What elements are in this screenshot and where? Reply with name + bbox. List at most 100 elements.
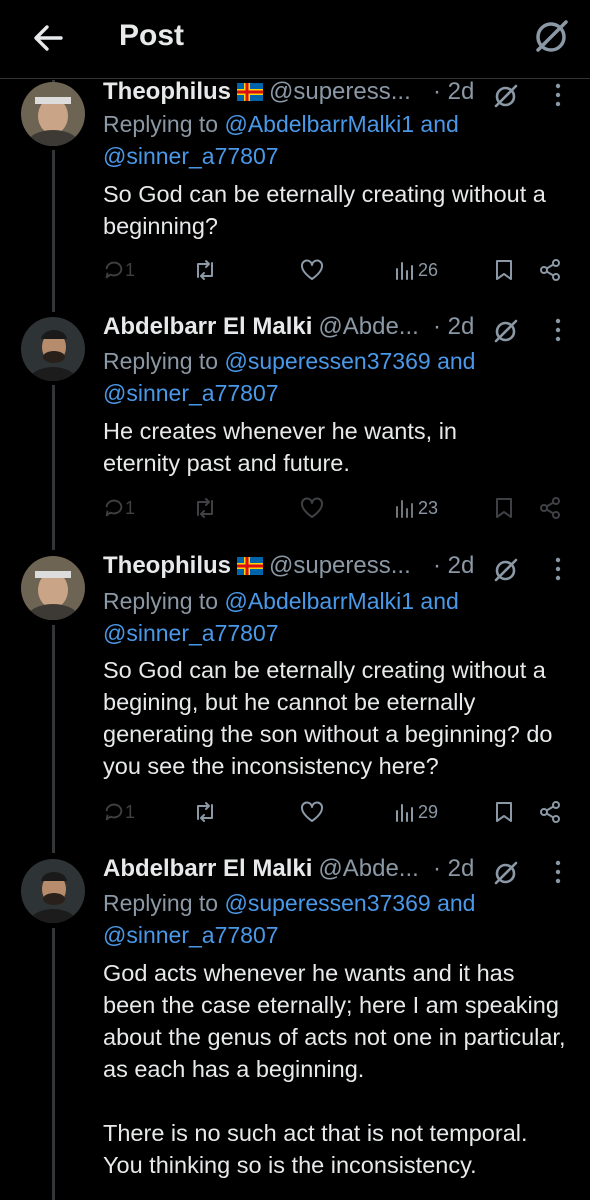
view-count: 23 [418,497,439,518]
bookmark-button[interactable] [494,797,514,827]
like-button[interactable] [300,493,324,523]
reply-icon [105,803,123,821]
mention-link[interactable]: @sinner_a77807 [103,620,279,646]
display-name[interactable]: Abdelbarr El Malki [103,855,312,882]
grok-icon[interactable] [532,16,572,56]
action-bar: 1 23 [103,493,573,523]
and-label: and [430,890,476,916]
bookmark-icon [496,802,512,822]
grok-icon[interactable] [493,83,519,109]
avatar[interactable] [21,556,85,620]
repost-button[interactable] [193,255,217,285]
like-button[interactable] [300,797,324,827]
user-handle[interactable]: @superess... [269,552,411,579]
share-icon [540,259,560,281]
mention-link[interactable]: @superessen37369 [224,890,430,916]
reply-button[interactable]: 1 [103,493,135,523]
post[interactable]: Abdelbarr El Malki @Abde... · 2d Replying… [0,855,590,1200]
bookmark-icon [496,260,512,280]
bookmark-button[interactable] [494,255,514,285]
aland-flag-icon [237,554,263,575]
reply-count: 1 [125,801,136,822]
post-header: Theophilus @superess... · 2d [103,78,583,110]
repost-button[interactable] [193,797,217,827]
repost-icon [197,498,213,518]
like-button[interactable] [300,255,324,285]
user-handle[interactable]: @superess... [269,78,411,105]
replying-to: Replying to @AbdelbarrMalki1 and @sinner_… [103,585,573,649]
repost-button[interactable] [193,493,217,523]
heart-icon [301,801,323,822]
share-icon [540,497,560,519]
post[interactable]: Theophilus @superess... · 2d Replying to … [0,552,590,842]
replying-to-label: Replying to [103,890,225,916]
more-options-icon[interactable] [548,315,568,345]
aland-flag-icon [237,80,263,101]
reply-button[interactable]: 1 [103,255,135,285]
replying-to-label: Replying to [103,111,225,137]
bookmark-button[interactable] [494,493,514,523]
display-name[interactable]: Theophilus [103,552,231,579]
mention-link[interactable]: @AbdelbarrMalki1 [224,111,414,137]
action-bar: 1 29 [103,797,573,827]
views-button[interactable]: 23 [395,493,438,523]
post-header: Abdelbarr El Malki @Abde... · 2d [103,855,583,887]
and-label: and [414,588,459,614]
more-options-icon[interactable] [548,857,568,887]
heart-icon [301,497,323,518]
view-count: 29 [418,801,439,822]
repost-icon [197,802,213,822]
mention-link[interactable]: @sinner_a77807 [103,922,279,948]
avatar[interactable] [21,859,85,923]
action-bar: 1 26 [103,255,573,285]
user-handle[interactable]: @Abde... [318,855,418,882]
post-header: Abdelbarr El Malki @Abde... · 2d [103,313,583,345]
reply-icon [105,261,123,279]
timestamp: · 2d [433,78,475,105]
post[interactable]: Theophilus @superess... · 2d Replying to … [0,78,590,293]
user-handle[interactable]: @Abde... [318,313,418,340]
post-text: So God can be eternally creating without… [103,657,559,779]
post-text: So God can be eternally creating without… [103,181,553,239]
and-label: and [414,111,459,137]
replying-to-label: Replying to [103,588,225,614]
mention-link[interactable]: @AbdelbarrMalki1 [224,588,414,614]
display-name[interactable]: Theophilus [103,78,231,105]
replying-to: Replying to @superessen37369 and @sinner_… [103,345,573,409]
timestamp: · 2d [433,552,475,579]
grok-icon[interactable] [493,860,519,886]
timestamp: · 2d [433,855,475,882]
mention-link[interactable]: @superessen37369 [224,348,430,374]
timestamp: · 2d [433,313,475,340]
post[interactable]: Abdelbarr El Malki @Abde... · 2d Replying… [0,313,590,538]
share-button[interactable] [538,797,562,827]
views-icon [396,804,413,822]
reply-count: 1 [125,259,136,280]
grok-icon[interactable] [493,318,519,344]
avatar[interactable] [21,317,85,381]
page-title: Post [119,19,185,52]
views-icon [396,500,413,518]
and-label: and [430,348,476,374]
share-button[interactable] [538,255,562,285]
replying-to: Replying to @superessen37369 and @sinner_… [103,887,573,951]
post-text: God acts whenever he wants and it has be… [103,960,566,1178]
mention-link[interactable]: @sinner_a77807 [103,143,279,169]
more-options-icon[interactable] [548,80,568,110]
display-name[interactable]: Abdelbarr El Malki [103,313,312,340]
reply-icon [105,499,123,517]
views-button[interactable]: 29 [395,797,438,827]
more-options-icon[interactable] [548,554,568,584]
reply-count: 1 [125,497,136,518]
share-icon [540,801,560,823]
grok-icon[interactable] [493,557,519,583]
reply-button[interactable]: 1 [103,797,135,827]
bookmark-icon [496,498,512,518]
mention-link[interactable]: @sinner_a77807 [103,380,279,406]
back-arrow-icon[interactable] [28,18,68,58]
avatar[interactable] [21,82,85,146]
views-button[interactable]: 26 [395,255,438,285]
replying-to: Replying to @AbdelbarrMalki1 and @sinner_… [103,108,573,172]
replying-to-label: Replying to [103,348,225,374]
share-button[interactable] [538,493,562,523]
